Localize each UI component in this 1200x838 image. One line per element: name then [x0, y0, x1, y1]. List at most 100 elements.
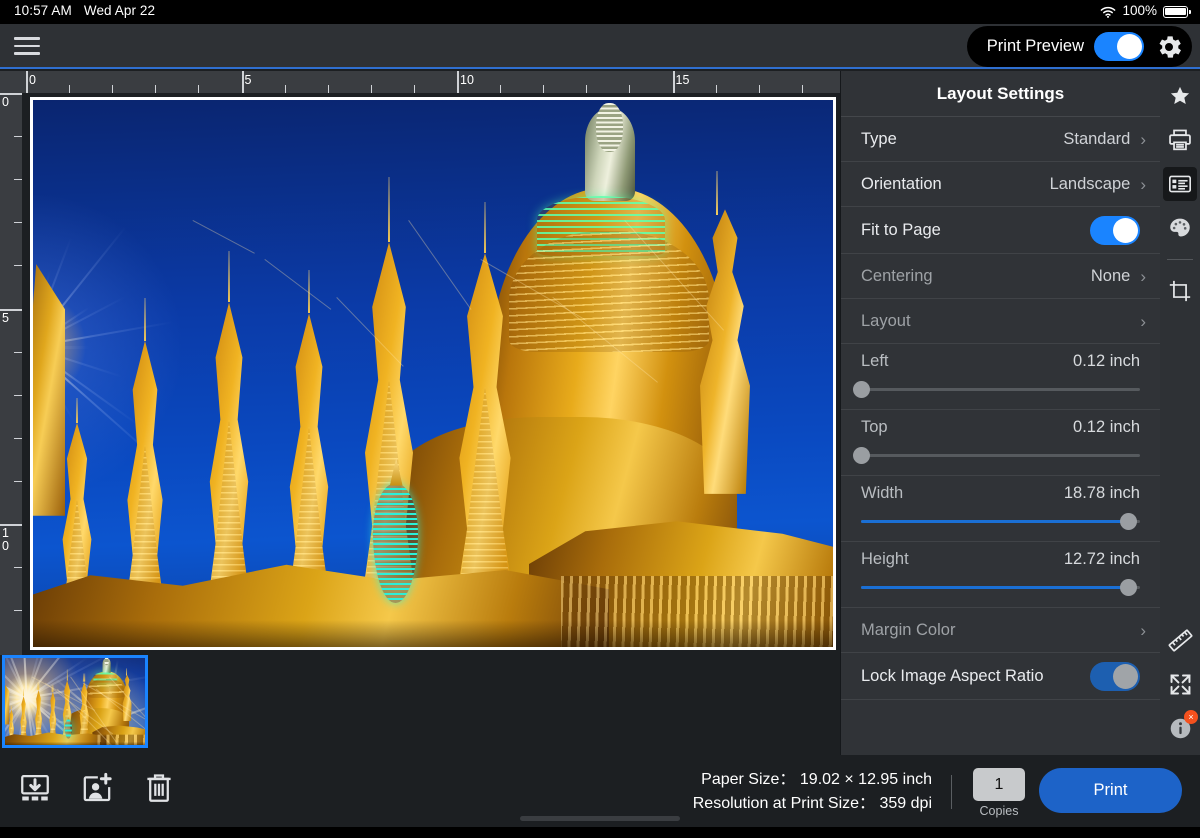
setting-row-fit-to-page[interactable]: Fit to Page	[841, 207, 1160, 254]
bottom-divider	[951, 775, 952, 809]
vertical-ruler[interactable]: 051 0	[0, 71, 22, 655]
chevron-right-icon: ›	[1140, 622, 1146, 639]
bottom-bar-icons	[18, 771, 176, 805]
setting-value: 12.72 inch	[1064, 550, 1140, 569]
tool-rail: ×	[1160, 71, 1200, 755]
status-date: Wed Apr 22	[84, 3, 155, 18]
status-time: 10:57 AM	[14, 3, 72, 18]
ios-status-bar: 10:57 AM Wed Apr 22 100%	[0, 0, 1200, 24]
print-info: Paper Size： 19.02 × 12.95 inch Resolutio…	[693, 768, 932, 816]
setting-slider-left[interactable]: Left 0.12 inch	[841, 344, 1160, 410]
status-bar-right: 100%	[1100, 3, 1188, 18]
setting-value: None	[1091, 267, 1130, 286]
setting-label: Height	[861, 550, 909, 569]
chevron-right-icon: ›	[1140, 131, 1146, 148]
setting-slider-width[interactable]: Width 18.78 inch	[841, 476, 1160, 542]
print-preview-control: Print Preview	[967, 26, 1192, 67]
print-preview-label: Print Preview	[987, 37, 1084, 56]
print-preview-app: 10:57 AM Wed Apr 22 100% Print Preview	[0, 0, 1200, 838]
slider-knob[interactable]	[853, 381, 870, 398]
crop-icon[interactable]	[1163, 274, 1197, 308]
right-tower-finial	[126, 669, 127, 676]
screen-bottom-bezel	[0, 827, 1200, 838]
copies-stepper[interactable]: 1 Copies	[973, 768, 1025, 818]
slider-track[interactable]	[861, 454, 1140, 457]
copies-value[interactable]: 1	[973, 768, 1025, 801]
setting-slider-height[interactable]: Height 12.72 inch	[841, 542, 1160, 608]
horizontal-ruler[interactable]: 051015	[0, 71, 840, 93]
thumbnail-item[interactable]	[2, 655, 148, 748]
delete-image-icon[interactable]	[142, 771, 176, 805]
slider-knob[interactable]	[1120, 513, 1137, 530]
ruler-label-h: 0	[29, 74, 36, 86]
slider-knob[interactable]	[1120, 579, 1137, 596]
chevron-right-icon: ›	[1140, 176, 1146, 193]
printer-icon[interactable]	[1163, 123, 1197, 157]
setting-value: 0.12 inch	[1073, 418, 1140, 437]
base-shadow	[4, 741, 147, 745]
setting-label: Layout	[861, 312, 911, 331]
app-toolbar: Print Preview	[0, 24, 1200, 69]
setting-row-lock-image-aspect-ratio[interactable]: Lock Image Aspect Ratio	[841, 653, 1160, 700]
info-error-badge: ×	[1184, 710, 1198, 724]
setting-label: Orientation	[861, 175, 942, 194]
setting-value: 18.78 inch	[1064, 484, 1140, 503]
add-image-icon[interactable]	[80, 771, 114, 805]
status-bar-left: 10:57 AM Wed Apr 22	[14, 3, 155, 18]
ruler-icon[interactable]	[1163, 623, 1197, 657]
copies-label: Copies	[973, 804, 1025, 818]
stupa-hti-umbrella	[596, 103, 623, 152]
setting-value: 0.12 inch	[1073, 352, 1140, 371]
print-preview-toggle[interactable]	[1094, 32, 1144, 61]
setting-row-centering[interactable]: Centering None ›	[841, 254, 1160, 299]
right-tower-finial	[716, 171, 717, 215]
paper-size-label: Paper Size：	[701, 771, 795, 788]
hamburger-menu-icon[interactable]	[14, 35, 40, 57]
layout-settings-panel: Layout Settings TypeStandard›Orientation…	[840, 71, 1160, 755]
battery-percent: 100%	[1122, 3, 1157, 18]
setting-row-margin-color[interactable]: Margin Color ›	[841, 608, 1160, 653]
ruler-corner	[0, 71, 22, 93]
layout-settings-icon[interactable]	[1163, 167, 1197, 201]
home-indicator	[520, 816, 680, 821]
ruler-label-v: 0	[2, 96, 14, 109]
preview-image-shwedagon-pagoda[interactable]	[33, 100, 833, 647]
thumbnail-strip	[0, 655, 840, 755]
slider-track[interactable]	[861, 388, 1140, 391]
setting-label: Width	[861, 484, 903, 503]
setting-toggle[interactable]	[1090, 216, 1140, 245]
setting-label: Centering	[861, 267, 933, 286]
star-icon[interactable]	[1163, 79, 1197, 113]
slider-track[interactable]	[861, 520, 1140, 523]
slider-knob[interactable]	[853, 447, 870, 464]
fit-to-screen-icon[interactable]	[1163, 667, 1197, 701]
gear-icon[interactable]	[1154, 32, 1184, 62]
paper-size-line: Paper Size： 19.02 × 12.95 inch	[693, 768, 932, 792]
setting-value: Standard	[1063, 130, 1130, 149]
color-palette-icon[interactable]	[1163, 211, 1197, 245]
setting-value: Landscape	[1050, 175, 1131, 194]
ruler-label-h: 15	[676, 74, 690, 86]
setting-toggle[interactable]	[1090, 662, 1140, 691]
resolution-value: 359 dpi	[880, 795, 933, 812]
battery-full-icon	[1163, 6, 1188, 18]
preview-canvas[interactable]	[22, 93, 840, 655]
paper-sheet	[30, 97, 836, 650]
chevron-right-icon: ›	[1140, 313, 1146, 330]
setting-label: Left	[861, 352, 889, 371]
print-button[interactable]: Print	[1039, 768, 1182, 813]
setting-row-layout[interactable]: Layout ›	[841, 299, 1160, 344]
base-shadow	[33, 620, 833, 647]
thumbnail-image	[4, 657, 147, 746]
info-icon[interactable]: ×	[1163, 711, 1197, 745]
import-image-icon[interactable]	[18, 771, 52, 805]
setting-label: Margin Color	[861, 621, 955, 640]
slider-track[interactable]	[861, 586, 1140, 589]
bottom-bar: Paper Size： 19.02 × 12.95 inch Resolutio…	[0, 755, 1200, 827]
setting-label: Type	[861, 130, 897, 149]
chevron-right-icon: ›	[1140, 268, 1146, 285]
setting-row-type[interactable]: Type Standard ›	[841, 117, 1160, 162]
setting-row-orientation[interactable]: Orientation Landscape ›	[841, 162, 1160, 207]
settings-rows: Type Standard › Orientation Landscape › Fit to…	[841, 117, 1160, 700]
setting-slider-top[interactable]: Top0.12 inch	[841, 410, 1160, 476]
